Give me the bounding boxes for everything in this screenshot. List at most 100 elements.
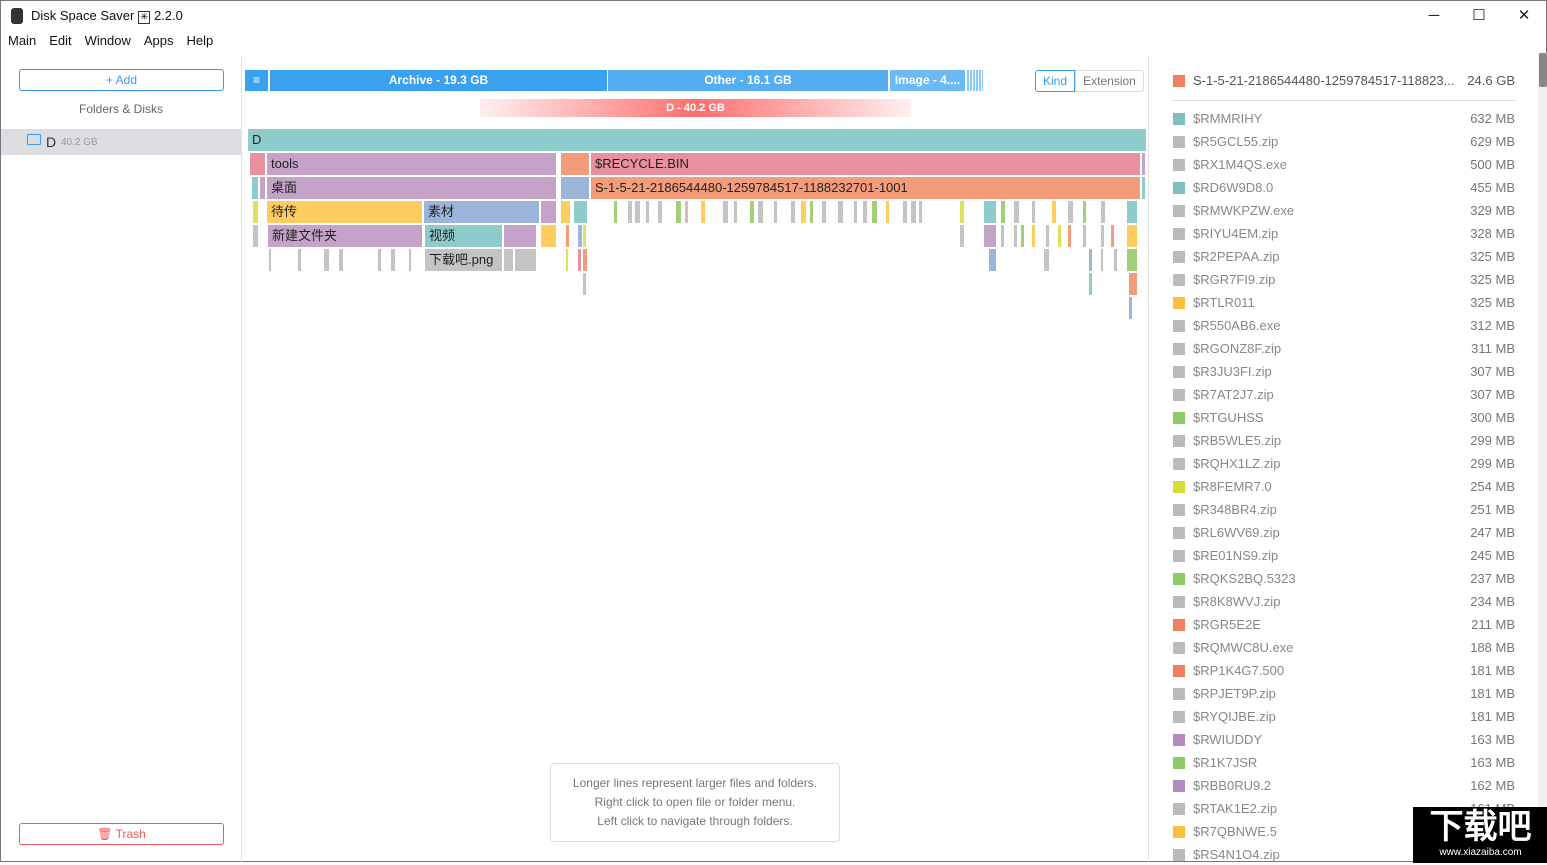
node-small[interactable] [566,225,569,247]
node-small[interactable] [635,201,640,223]
minimize-button[interactable]: ─ [1411,5,1457,27]
list-item[interactable]: $R550AB6.exe 312 MB [1173,316,1515,336]
node-recycle-bin[interactable]: $RECYCLE.BIN [591,153,1140,175]
list-item[interactable]: $R2PEPAA.zip 325 MB [1173,247,1515,267]
node-small[interactable] [409,249,411,271]
node-small[interactable] [1044,249,1049,271]
node-small[interactable] [984,201,996,223]
node-small[interactable] [903,201,907,223]
list-item[interactable]: $RGONZ8F.zip 311 MB [1173,339,1515,359]
node-small[interactable] [504,225,536,247]
node-small[interactable] [1052,201,1056,223]
list-item[interactable]: $RL6WV69.zip 247 MB [1173,523,1515,543]
node-small[interactable] [984,225,996,247]
list-item[interactable]: $RP1K4G7.500 181 MB [1173,661,1515,681]
list-header[interactable]: S-1-5-21-2186544480-1259784517-118823...… [1173,71,1515,91]
node-small[interactable] [1142,153,1145,175]
node-small[interactable] [1127,249,1137,271]
node-upload[interactable]: 待传 [267,201,422,223]
disk-usage-bar[interactable]: D - 40.2 GB [480,99,911,117]
list-item[interactable]: $RE01NS9.zip 245 MB [1173,546,1515,566]
node-small[interactable] [252,177,258,199]
node-small[interactable] [1032,201,1035,223]
node-small[interactable] [541,201,556,223]
node-small[interactable] [578,225,582,247]
node-small[interactable] [838,201,843,223]
node-small[interactable] [685,201,688,223]
node-small[interactable] [1127,201,1137,223]
node-small[interactable] [339,249,343,271]
close-button[interactable]: ✕ [1501,5,1547,27]
node-small[interactable] [324,249,329,271]
node-small[interactable] [1089,273,1092,295]
menu-help[interactable]: Help [186,33,213,48]
list-item[interactable]: $R8K8WVJ.zip 234 MB [1173,592,1515,612]
menu-edit[interactable]: Edit [49,33,71,48]
node-small[interactable] [854,201,857,223]
list-item[interactable]: $R1K7JSR 163 MB [1173,753,1515,773]
node-small[interactable] [822,201,826,223]
node-sid[interactable]: S-1-5-21-2186544480-1259784517-118823270… [591,177,1140,199]
node-small[interactable] [583,273,586,295]
node-small[interactable] [750,201,754,223]
list-item[interactable]: $RPJET9P.zip 181 MB [1173,684,1515,704]
node-small[interactable] [504,249,513,271]
list-item[interactable]: $RD6W9D8.0 455 MB [1173,178,1515,198]
node-small[interactable] [583,249,587,271]
list-item[interactable]: $RQKS2BQ.5323 237 MB [1173,569,1515,589]
node-small[interactable] [911,201,916,223]
list-item[interactable]: $RGR7FI9.zip 325 MB [1173,270,1515,290]
node-small[interactable] [960,225,964,247]
list-item[interactable]: $R8FEMR7.0 254 MB [1173,477,1515,497]
node-small[interactable] [378,249,381,271]
node-small[interactable] [774,201,777,223]
node-small[interactable] [260,177,265,199]
menu-window[interactable]: Window [85,33,131,48]
node-small[interactable] [566,249,568,271]
node-small[interactable] [1046,225,1049,247]
kind-segment-archive[interactable]: Archive - 19.3 GB [270,70,607,91]
node-small[interactable] [561,177,589,199]
maximize-button[interactable]: ☐ [1456,5,1502,27]
node-small[interactable] [541,225,556,247]
node-small[interactable] [723,201,728,223]
node-small[interactable] [872,201,877,223]
list-item[interactable]: $RWIUDDY 163 MB [1173,730,1515,750]
node-small[interactable] [791,201,795,223]
node-small[interactable] [1001,201,1005,223]
node-small[interactable] [1032,225,1035,247]
trash-button[interactable]: 🗑 Trash [19,823,224,845]
list-item[interactable]: $RBB0RU9.2 162 MB [1173,776,1515,796]
node-small[interactable] [1101,249,1103,271]
node-small[interactable] [734,201,737,223]
list-item[interactable]: $RMMRIHY 632 MB [1173,109,1515,129]
scrollbar-thumb[interactable] [1539,53,1547,87]
node-small[interactable] [583,225,586,247]
node-small[interactable] [1014,201,1019,223]
node-small[interactable] [1083,201,1086,223]
list-item[interactable]: $RMWKPZW.exe 329 MB [1173,201,1515,221]
node-small[interactable] [1089,249,1092,271]
node-video[interactable]: 视频 [425,225,502,247]
node-small[interactable] [886,201,889,223]
node-small[interactable] [253,201,258,223]
node-small[interactable] [1021,225,1024,247]
node-small[interactable] [1129,273,1137,295]
node-small[interactable] [1101,225,1104,247]
node-small[interactable] [658,201,662,223]
node-small[interactable] [863,201,867,223]
node-small[interactable] [515,249,536,271]
node-small[interactable] [1127,225,1137,247]
list-item[interactable]: $RTLR011 325 MB [1173,293,1515,313]
node-small[interactable] [391,249,395,271]
list-item[interactable]: $R5GCL55.zip 629 MB [1173,132,1515,152]
node-small[interactable] [758,201,763,223]
list-item[interactable]: $R7AT2J7.zip 307 MB [1173,385,1515,405]
node-small[interactable] [614,201,617,223]
node-small[interactable] [578,249,581,271]
list-item[interactable]: $RTGUHSS 300 MB [1173,408,1515,428]
add-button[interactable]: + Add [19,69,224,91]
kind-segment-small[interactable] [967,70,983,91]
node-small[interactable] [1068,225,1071,247]
node-small[interactable] [1001,225,1004,247]
